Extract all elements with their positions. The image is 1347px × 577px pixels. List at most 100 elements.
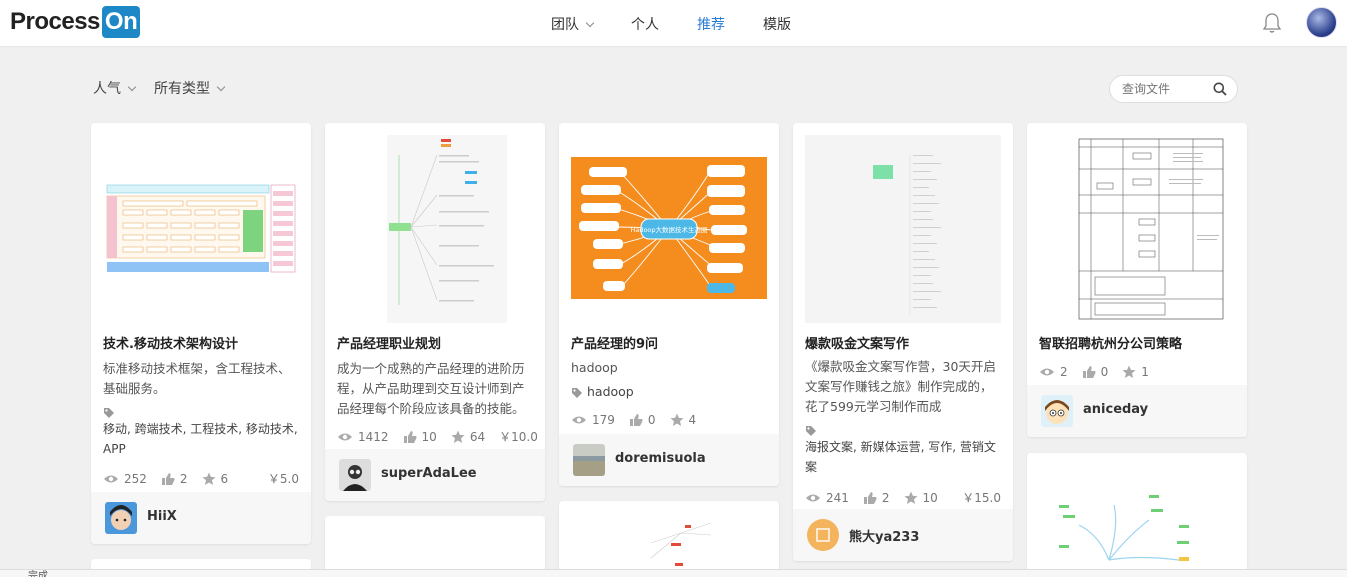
- thumbs-up-icon[interactable]: [1082, 365, 1096, 379]
- type-filter[interactable]: 所有类型: [154, 78, 226, 98]
- thumbnail-center-label: Hadoop大数据技术生态圈: [630, 225, 707, 234]
- chevron-down-icon: [127, 82, 137, 92]
- like-count: 2: [179, 471, 188, 486]
- eye-icon: [805, 493, 821, 503]
- star-count: 10: [922, 490, 938, 505]
- tag-icon: [571, 387, 583, 399]
- star-count: 6: [220, 471, 229, 486]
- author-avatar: [339, 459, 371, 491]
- card-title[interactable]: 产品经理职业规划: [337, 333, 441, 352]
- card-thumbnail: [103, 135, 299, 323]
- view-count: 241: [826, 490, 849, 505]
- star-icon[interactable]: [904, 491, 918, 505]
- thumbs-up-icon[interactable]: [629, 413, 643, 427]
- search-box: [1109, 75, 1238, 103]
- template-card[interactable]: [559, 501, 779, 577]
- card-stats: 241 2 10 ￥15.0: [805, 489, 1001, 506]
- card-thumbnail: Hadoop大数据技术生态圈: [571, 135, 767, 323]
- type-filter-label: 所有类型: [154, 81, 210, 97]
- card-description: 成为一个成熟的产品经理的进阶历程，从产品助理到交互设计师到产品经理每个阶段应该具…: [337, 361, 525, 416]
- author-avatar: [105, 502, 137, 534]
- eye-icon: [337, 432, 353, 442]
- logo-text-on: On: [101, 6, 141, 38]
- card-description: 《爆款吸金文案写作营，30天开启文案写作赚钱之旅》制作完成的，花了599元学习制…: [805, 359, 996, 414]
- processon-logo[interactable]: Process On: [10, 5, 141, 39]
- author-name[interactable]: 熊大ya233: [849, 526, 919, 545]
- top-header: Process On 团队 个人 推荐 模版: [0, 0, 1347, 47]
- template-card[interactable]: 爆款吸金文案写作 《爆款吸金文案写作营，30天开启文案写作赚钱之旅》制作完成的，…: [793, 123, 1013, 561]
- card-title[interactable]: 爆款吸金文案写作: [805, 333, 909, 352]
- author-name[interactable]: HiiX: [147, 509, 177, 524]
- card-author[interactable]: doremisuola: [559, 434, 779, 486]
- card-description: 标准移动技术框架，含工程技术、基础服务。: [103, 361, 291, 396]
- author-name[interactable]: aniceday: [1083, 402, 1148, 417]
- author-name[interactable]: superAdaLee: [381, 466, 477, 481]
- like-count: 2: [881, 490, 890, 505]
- user-avatar[interactable]: [1306, 7, 1337, 38]
- card-stats: 1412 10 64 ￥10.0: [337, 428, 538, 445]
- card-thumbnail: [805, 135, 1001, 323]
- star-icon[interactable]: [670, 413, 684, 427]
- star-icon[interactable]: [1122, 365, 1136, 379]
- template-card[interactable]: 产品经理职业规划 成为一个成熟的产品经理的进阶历程，从产品助理到交互设计师到产品…: [325, 123, 545, 501]
- template-card[interactable]: 智联招聘杭州分公司策略 2 0 1 aniceday: [1027, 123, 1247, 437]
- card-author[interactable]: 熊大ya233: [793, 509, 1013, 561]
- card-author[interactable]: HiiX: [91, 492, 311, 544]
- chevron-down-icon: [216, 82, 226, 92]
- view-count: 252: [124, 471, 147, 486]
- author-avatar: [1041, 395, 1073, 427]
- like-count: 10: [421, 429, 437, 444]
- template-card[interactable]: Hadoop大数据技术生态圈 产品经理的9问 hadoop hadoop 179…: [559, 123, 779, 486]
- nav-recommend[interactable]: 推荐: [697, 14, 725, 34]
- card-thumbnail: [337, 135, 533, 323]
- card-stats: 252 2 6 ￥5.0: [103, 470, 299, 487]
- card-tags: 移动, 跨端技术, 工程技术, 移动技术, APP: [103, 422, 298, 456]
- tag-label: hadoop: [586, 384, 634, 399]
- eye-icon: [571, 415, 587, 425]
- price: ￥15.0: [962, 491, 1001, 505]
- browser-status-bar: 完成: [0, 569, 1347, 577]
- card-stats: 179 0 4: [571, 413, 767, 427]
- card-title[interactable]: 产品经理的9问: [571, 333, 658, 352]
- logo-text-process: Process: [10, 8, 100, 35]
- star-icon[interactable]: [451, 430, 465, 444]
- chevron-down-icon: [585, 18, 595, 27]
- sort-filter[interactable]: 人气: [93, 78, 137, 98]
- thumbs-up-icon[interactable]: [161, 472, 175, 486]
- author-avatar: [573, 444, 605, 476]
- thumbs-up-icon[interactable]: [403, 430, 417, 444]
- nav-team[interactable]: 团队: [551, 14, 595, 34]
- card-thumbnail: [1039, 135, 1235, 323]
- eye-icon: [1039, 367, 1055, 377]
- card-tags: 海报文案, 新媒体运营, 写作, 营销文案: [805, 440, 996, 474]
- card-author[interactable]: superAdaLee: [325, 449, 545, 501]
- price: ￥10.0: [499, 430, 538, 444]
- card-tags: hadoop: [571, 382, 767, 402]
- price: ￥5.0: [267, 472, 299, 486]
- star-count: 64: [469, 429, 486, 444]
- bell-icon[interactable]: [1262, 12, 1282, 34]
- view-count: 179: [592, 413, 615, 427]
- author-name[interactable]: doremisuola: [615, 451, 706, 466]
- search-icon[interactable]: [1213, 82, 1227, 96]
- card-author[interactable]: aniceday: [1027, 385, 1247, 437]
- card-title[interactable]: 技术.移动技术架构设计: [103, 333, 238, 352]
- main-nav: 团队 个人 推荐 模版: [551, 0, 829, 47]
- thumbs-up-icon[interactable]: [863, 491, 877, 505]
- view-count: 2: [1060, 365, 1068, 379]
- template-card[interactable]: [1027, 453, 1247, 577]
- like-count: 0: [647, 413, 656, 427]
- star-count: 4: [688, 413, 697, 427]
- template-card[interactable]: [325, 516, 545, 576]
- author-avatar: [807, 519, 839, 551]
- star-icon[interactable]: [202, 472, 216, 486]
- nav-templates[interactable]: 模版: [763, 14, 791, 34]
- card-thumbnail: [1039, 465, 1235, 577]
- view-count: 1412: [358, 429, 389, 444]
- template-card[interactable]: 技术.移动技术架构设计 标准移动技术框架，含工程技术、基础服务。 移动, 跨端技…: [91, 123, 311, 544]
- nav-personal[interactable]: 个人: [631, 14, 659, 34]
- search-input[interactable]: [1122, 82, 1207, 96]
- sort-filter-label: 人气: [93, 81, 121, 97]
- status-text: 完成: [28, 571, 48, 577]
- card-title[interactable]: 智联招聘杭州分公司策略: [1039, 333, 1182, 352]
